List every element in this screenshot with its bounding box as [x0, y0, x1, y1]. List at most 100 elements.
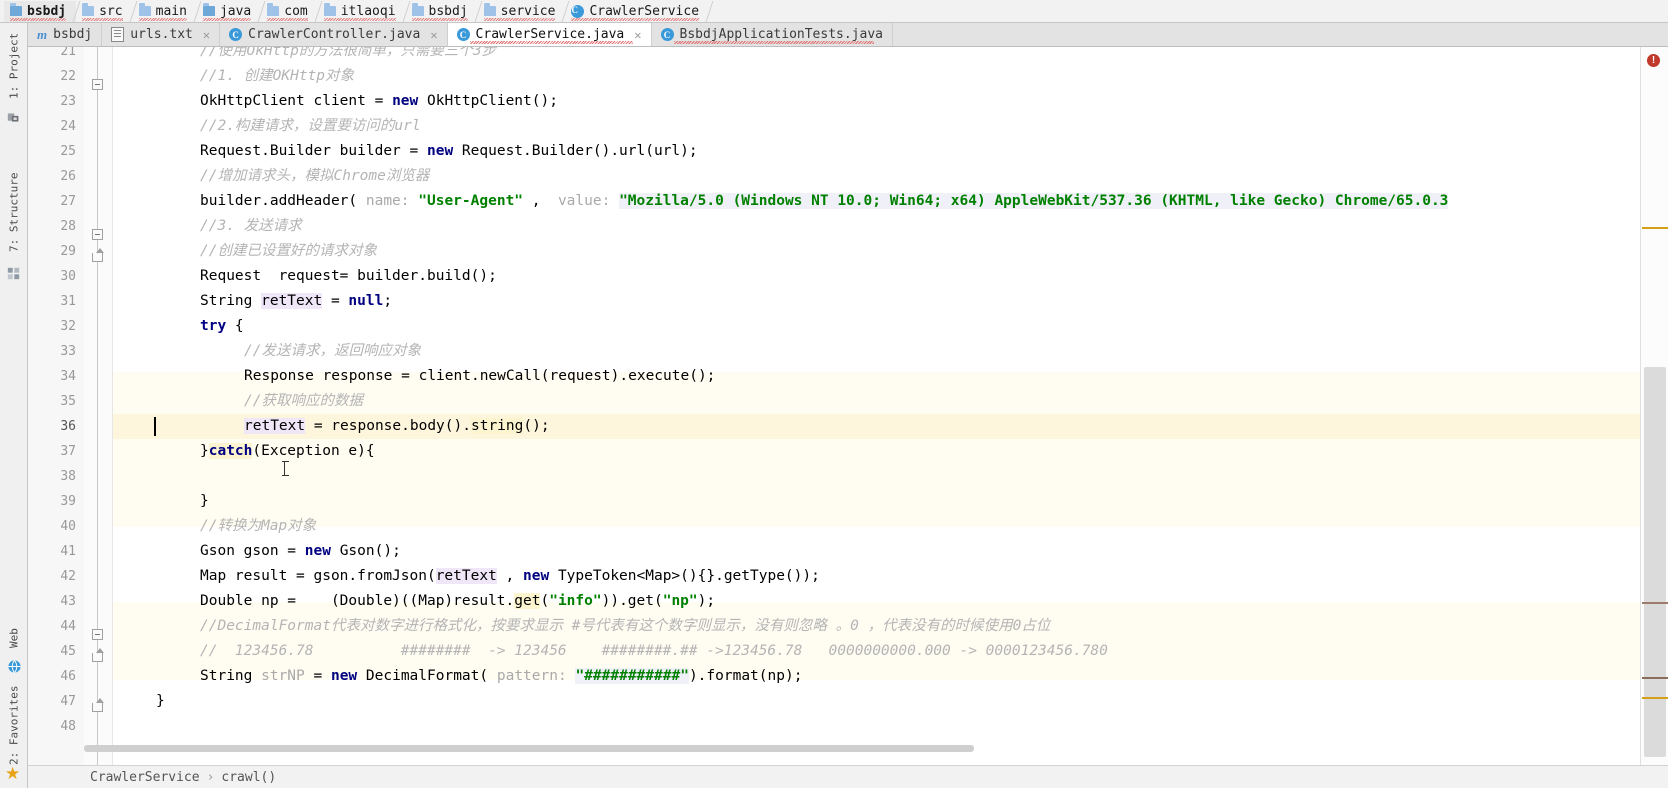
line-number: 25 — [60, 144, 76, 159]
line-number: 24 — [60, 119, 76, 134]
code-line[interactable]: } — [112, 689, 1668, 714]
class-icon: C — [571, 4, 585, 18]
tab-bsbdjapplicationtests-java[interactable]: C BsbdjApplicationTests.java — [652, 23, 893, 46]
code-line[interactable]: String retText = null; — [112, 289, 1668, 314]
structure-tool-label: 7: Structure — [7, 172, 21, 252]
ide-window: bsbdj src main java com itlaoqi bsbdj se… — [0, 0, 1668, 788]
breadcrumb-item-com[interactable]: com — [261, 0, 323, 22]
code-line[interactable]: } — [112, 489, 1668, 514]
tab-bsbdj[interactable]: m bsbdj — [28, 23, 103, 46]
sidebar-item-project[interactable]: 1: Project — [0, 27, 28, 105]
code-editor[interactable]: 21 22 23 24 25 26 27 28 29 30 31 32 33 34 35 36 37 38 39 40… — [28, 47, 1668, 765]
code-line[interactable]: //使用OkHttp的方法很简单，只需要三个3步 — [112, 47, 1668, 64]
line-number: 23 — [60, 94, 76, 109]
error-count-badge[interactable]: ! — [1647, 54, 1660, 67]
code-line[interactable]: try { — [112, 314, 1668, 339]
code-line[interactable]: //获取响应的数据 — [112, 389, 1668, 414]
breadcrumb-label: java — [219, 3, 252, 19]
line-number: 21 — [60, 47, 76, 59]
fold-gutter[interactable] — [84, 47, 113, 765]
horizontal-scrollbar-thumb[interactable] — [84, 745, 974, 752]
close-icon[interactable]: ✕ — [430, 28, 437, 42]
fold-widget-end[interactable] — [92, 248, 104, 262]
breadcrumb-item-itlaoqi[interactable]: itlaoqi — [318, 0, 410, 22]
breadcrumb-nav: bsbdj src main java com itlaoqi bsbdj se… — [0, 0, 1668, 23]
breadcrumb-label: bsbdj — [27, 3, 67, 19]
line-number: 39 — [60, 494, 76, 509]
line-number: 42 — [60, 569, 76, 584]
code-line[interactable]: String strNP = new DecimalFormat( patter… — [112, 664, 1668, 689]
code-line[interactable]: }catch(Exception e){ — [112, 439, 1668, 464]
marker-tick[interactable] — [1642, 697, 1668, 699]
maven-module-icon: m — [37, 26, 48, 42]
code-line[interactable]: //创建已设置好的请求对象 — [112, 239, 1668, 264]
code-line[interactable]: Response response = client.newCall(reque… — [112, 364, 1668, 389]
code-line[interactable]: Double np = (Double)((Map)result.get("in… — [112, 589, 1668, 614]
class-icon: C — [229, 28, 243, 41]
status-method-name[interactable]: crawl() — [221, 770, 276, 785]
breadcrumb-item-service[interactable]: service — [478, 0, 570, 22]
code-line[interactable]: Map result = gson.fromJson(retText , new… — [112, 564, 1668, 589]
code-line[interactable]: //发送请求，返回响应对象 — [112, 339, 1668, 364]
text-caret — [154, 417, 156, 436]
breadcrumb-item-class[interactable]: C CrawlerService — [565, 0, 714, 22]
breadcrumb-item-main[interactable]: main — [133, 0, 202, 22]
fold-widget-collapse[interactable] — [92, 629, 103, 640]
code-line[interactable]: Gson gson = new Gson(); — [112, 539, 1668, 564]
fold-widget-end[interactable] — [92, 648, 104, 662]
tab-crawlercontroller-java[interactable]: C CrawlerController.java ✕ — [220, 23, 448, 46]
tab-urls-txt[interactable]: urls.txt ✕ — [102, 23, 221, 46]
tab-label: CrawlerController.java — [248, 27, 421, 42]
code-line[interactable]: Request request= builder.build(); — [112, 264, 1668, 289]
code-line[interactable]: //DecimalFormat代表对数字进行格式化，按要求显示 #号代表有这个数… — [112, 614, 1668, 639]
code-line[interactable]: Request.Builder builder = new Request.Bu… — [112, 139, 1668, 164]
fold-widget-end[interactable] — [92, 698, 104, 712]
status-class-name[interactable]: CrawlerService — [90, 770, 200, 785]
code-line[interactable]: //增加请求头，模拟Chrome浏览器 — [112, 164, 1668, 189]
tab-label: urls.txt — [130, 27, 193, 42]
fold-widget-collapse[interactable] — [92, 229, 103, 240]
code-line[interactable]: //1. 创建OKHttp对象 — [112, 64, 1668, 89]
breadcrumb-item-src[interactable]: src — [76, 0, 138, 22]
code-line[interactable] — [112, 714, 1668, 739]
package-icon — [323, 3, 336, 16]
code-line[interactable]: OkHttpClient client = new OkHttpClient()… — [112, 89, 1668, 114]
structure-icon — [7, 267, 20, 280]
code-line[interactable]: //转换为Map对象 — [112, 514, 1668, 539]
code-line[interactable]: retText = response.body().string(); — [112, 414, 1668, 439]
marker-tick[interactable] — [1642, 227, 1668, 229]
breadcrumb-item-bsbdj[interactable]: bsbdj — [406, 0, 483, 22]
fold-widget-collapse[interactable] — [92, 79, 103, 90]
breadcrumb-item-module[interactable]: bsbdj — [4, 0, 81, 22]
sidebar-item-structure[interactable]: 7: Structure — [0, 163, 28, 261]
code-line[interactable]: //2.构建请求，设置要访问的url — [112, 114, 1668, 139]
line-number: 47 — [60, 694, 76, 709]
line-number: 26 — [60, 169, 76, 184]
breadcrumb-label: service — [500, 3, 556, 19]
line-number: 37 — [60, 444, 76, 459]
editor-marker-bar[interactable]: ! — [1640, 47, 1668, 765]
close-icon[interactable]: ✕ — [203, 28, 210, 42]
marker-tick[interactable] — [1642, 677, 1668, 679]
class-icon: C — [660, 28, 674, 41]
spell-squiggle — [411, 17, 468, 21]
sidebar-item-favorites[interactable]: 2: Favorites — [0, 683, 28, 767]
code-line[interactable] — [112, 464, 1668, 489]
close-icon[interactable]: ✕ — [634, 28, 641, 42]
breadcrumb-label: main — [155, 3, 187, 19]
code-lines[interactable]: //使用OkHttp的方法很简单，只需要三个3步//1. 创建OKHttp对象 O… — [112, 47, 1668, 765]
tab-label: BsbdjApplicationTests.java — [679, 27, 884, 42]
marker-tick[interactable] — [1642, 602, 1668, 604]
package-icon — [483, 3, 496, 16]
line-number: 32 — [60, 319, 76, 334]
mouse-text-cursor — [282, 461, 294, 476]
line-number: 36 — [60, 419, 76, 434]
code-line[interactable]: // 123456.78 ######## -> 123456 ########… — [112, 639, 1668, 664]
sidebar-item-web[interactable]: Web — [0, 621, 28, 655]
code-line[interactable]: builder.addHeader( name: "User-Agent" , … — [112, 189, 1668, 214]
code-line[interactable]: //3. 发送请求 — [112, 214, 1668, 239]
breadcrumb-item-java[interactable]: java — [197, 0, 266, 22]
line-number: 28 — [60, 219, 76, 234]
line-number: 27 — [60, 194, 76, 209]
tab-crawlerservice-java[interactable]: C CrawlerService.java ✕ — [447, 23, 652, 46]
